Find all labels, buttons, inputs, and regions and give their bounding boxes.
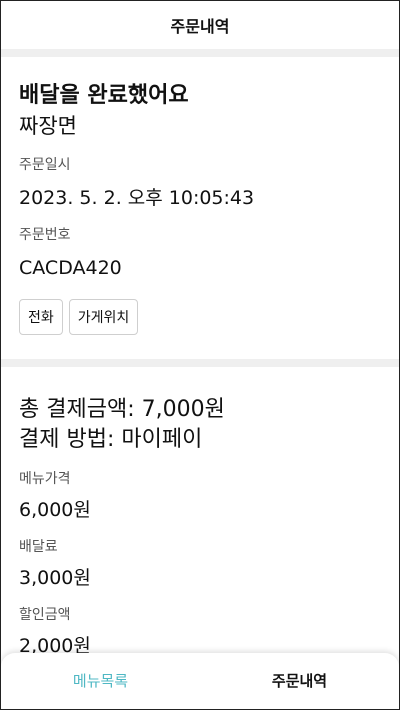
total-amount: 총 결제금액: 7,000원 (19, 397, 225, 422)
delivery-fee-value: 3,000원 (19, 567, 91, 589)
delivery-fee-label: 배달료 (19, 539, 58, 555)
order-date-label: 주문일시 (19, 157, 71, 173)
section-divider (1, 49, 399, 57)
order-number-value: CACDA420 (19, 257, 122, 279)
payment-card: 총 결제금액: 7,000원 결제 방법: 마이페이 메뉴가격 6,000원 배… (1, 367, 399, 659)
menu-name: 짜장면 (19, 114, 77, 138)
order-date-value: 2023. 5. 2. 오후 10:05:43 (19, 187, 255, 209)
discount-label: 할인금액 (19, 607, 71, 623)
call-button[interactable]: 전화 (19, 299, 63, 335)
tab-menu-list[interactable]: 메뉴목록 (1, 653, 200, 709)
store-actions: 전화 가게위치 (19, 299, 381, 335)
order-number-label: 주문번호 (19, 227, 71, 243)
payment-method: 결제 방법: 마이페이 (19, 427, 203, 452)
menu-price-label: 메뉴가격 (19, 471, 71, 487)
store-location-button[interactable]: 가게위치 (68, 299, 139, 335)
section-divider (1, 359, 399, 367)
bottom-tab-bar: 메뉴목록 주문내역 (1, 653, 399, 709)
menu-price-value: 6,000원 (19, 499, 91, 521)
app-frame: 주문내역 배달을 완료했어요 짜장면 주문일시 2023. 5. 2. 오후 1… (0, 0, 400, 710)
order-status-card: 배달을 완료했어요 짜장면 주문일시 2023. 5. 2. 오후 10:05:… (1, 57, 399, 359)
page-header: 주문내역 (1, 1, 399, 49)
delivery-status: 배달을 완료했어요 (19, 83, 189, 108)
tab-order-history[interactable]: 주문내역 (200, 653, 399, 709)
page-title: 주문내역 (170, 17, 230, 36)
